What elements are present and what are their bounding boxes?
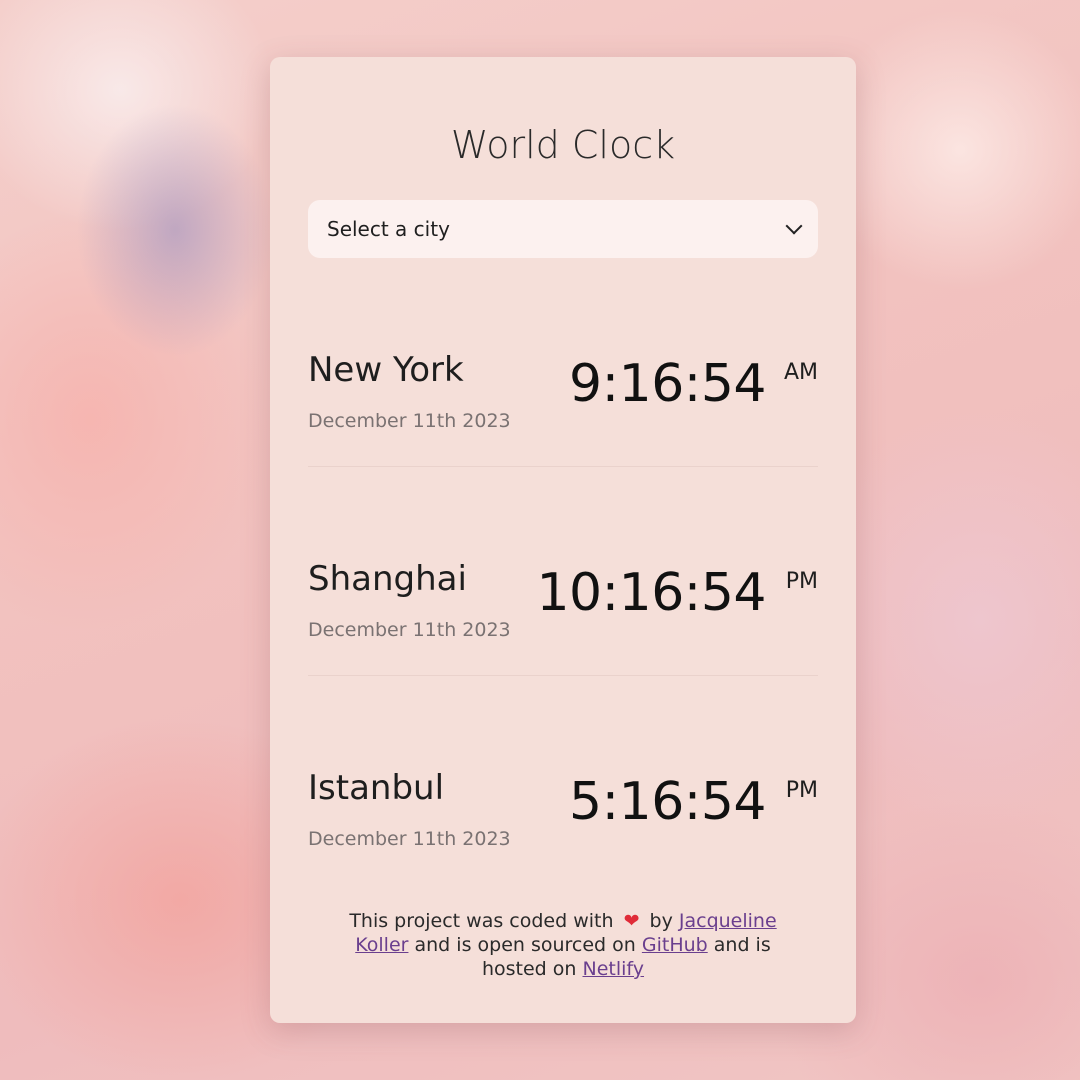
chevron-down-icon (785, 217, 803, 235)
city-row-shanghai: Shanghai December 11th 2023 10:16:54 PM (308, 559, 818, 689)
netlify-link[interactable]: Netlify (583, 958, 645, 980)
city-name: Shanghai (308, 559, 467, 599)
footer: This project was coded with ❤ by Jacquel… (325, 909, 801, 981)
city-time: 5:16:54 (569, 772, 766, 832)
city-date: December 11th 2023 (308, 828, 511, 850)
footer-text: by (649, 910, 673, 932)
city-date: December 11th 2023 (308, 410, 511, 432)
city-select[interactable]: Select a city (308, 200, 818, 258)
city-date: December 11th 2023 (308, 619, 511, 641)
divider (308, 675, 818, 676)
city-time: 9:16:54 (569, 354, 766, 414)
city-name: New York (308, 350, 464, 390)
github-link[interactable]: GitHub (642, 934, 708, 956)
heart-icon: ❤ (623, 910, 640, 932)
city-select-value: Select a city (327, 217, 450, 241)
city-ampm: PM (785, 569, 818, 594)
city-ampm: PM (785, 778, 818, 803)
city-ampm: AM (783, 360, 818, 385)
page-title: World Clock (450, 123, 676, 167)
city-row-istanbul: Istanbul December 11th 2023 5:16:54 PM (308, 768, 818, 898)
city-time: 10:16:54 (536, 563, 766, 623)
divider (308, 466, 818, 467)
city-name: Istanbul (308, 768, 445, 808)
footer-text: and is open sourced on (414, 934, 636, 956)
footer-text: This project was coded with (349, 910, 614, 932)
city-row-new-york: New York December 11th 2023 9:16:54 AM (308, 350, 818, 480)
world-clock-card: World Clock Select a city New York Decem… (270, 57, 856, 1023)
